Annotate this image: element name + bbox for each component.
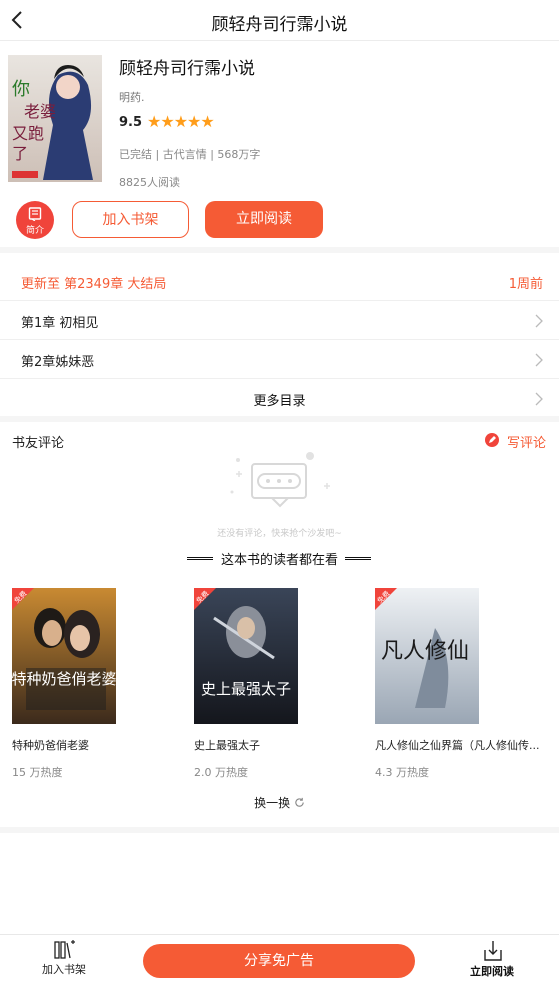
recommend-title: 这本书的读者都在看 (220, 553, 338, 568)
latest-chapter-row[interactable]: 更新至 第2349章 大结局 1周前 (0, 262, 559, 301)
chapter-row[interactable]: 第2章姊妹恶 (0, 340, 559, 379)
chevron-right-icon (535, 314, 543, 328)
divider (0, 827, 559, 833)
empty-comments-text: 还没有评论，快来抢个沙发吧~ (217, 529, 342, 539)
book-title: 顾轻舟司行霈小说 (119, 59, 255, 79)
recommend-cover[interactable]: 凡人修仙 免费 (375, 588, 479, 724)
refresh-label: 换一换 (254, 796, 291, 810)
recommend-cover-title: 史上最强太子 (201, 680, 291, 698)
latest-chapter-label: 更新至 第2349章 大结局 (21, 277, 167, 292)
download-read-icon[interactable] (482, 940, 504, 962)
recommend-cover-title: 凡人修仙 (381, 639, 469, 664)
rating-stars: ★★★★★ (147, 112, 215, 131)
edit-icon[interactable] (485, 433, 499, 447)
svg-text:又跑: 又跑 (12, 124, 44, 143)
intro-label: 简介 (25, 226, 44, 236)
svg-text:了: 了 (12, 144, 28, 163)
share-no-ads-button[interactable]: 分享免广告 (143, 944, 415, 978)
recommend-cover[interactable]: 特种奶爸俏老婆 免费 (12, 588, 116, 724)
divider (0, 416, 559, 422)
book-cover[interactable]: 你 老婆 又跑 了 (8, 55, 102, 182)
divider (0, 247, 559, 253)
write-comment-button[interactable]: 写评论 (507, 432, 546, 451)
chapter-title: 第1章 初相见 (21, 316, 99, 331)
update-time: 1周前 (508, 277, 543, 292)
svg-text:老婆: 老婆 (24, 102, 56, 121)
more-chapters-label: 更多目录 (253, 394, 306, 409)
bottom-add-shelf-label[interactable]: 加入书架 (42, 961, 86, 977)
page-title: 顾轻舟司行霈小说 (211, 15, 348, 35)
more-chapters-row[interactable]: 更多目录 (0, 379, 559, 418)
read-count: 8825人阅读 (119, 176, 180, 189)
comments-title: 书友评论 (12, 436, 65, 451)
recommend-heat: 15 万热度 (12, 766, 63, 779)
recommend-book-title[interactable]: 特种奶爸俏老婆 (12, 737, 182, 753)
recommend-heat: 2.0 万热度 (194, 766, 248, 779)
refresh-button[interactable]: 换一换 (0, 794, 559, 811)
refresh-icon (295, 797, 304, 807)
recommend-book-title[interactable]: 凡人修仙之仙界篇（凡人修仙传... (375, 737, 545, 753)
recommend-heat: 4.3 万热度 (375, 766, 429, 779)
chevron-right-icon (535, 353, 543, 367)
divider (345, 557, 371, 560)
chevron-right-icon (535, 392, 543, 406)
book-meta: 已完结 | 古代言情 | 568万字 (119, 148, 261, 161)
chapter-row[interactable]: 第1章 初相见 (0, 301, 559, 340)
book-score: 9.5 (119, 115, 143, 130)
book-intro-icon (28, 207, 42, 221)
recommend-cover-title: 特种奶爸俏老婆 (12, 670, 116, 688)
read-now-button[interactable]: 立即阅读 (205, 201, 323, 238)
empty-comments-icon (230, 452, 330, 508)
svg-text:你: 你 (12, 79, 30, 100)
bookshelf-add-icon[interactable] (54, 940, 76, 960)
recommend-cover[interactable]: 史上最强太子 免费 (194, 588, 298, 724)
chapter-title: 第2章姊妹恶 (21, 355, 95, 370)
add-to-shelf-button[interactable]: 加入书架 (72, 201, 189, 238)
recommend-book-title[interactable]: 史上最强太子 (194, 737, 364, 753)
bottom-read-now-label[interactable]: 立即阅读 (470, 963, 514, 979)
book-author[interactable]: 明药. (119, 89, 145, 105)
intro-button[interactable]: 简介 (16, 201, 54, 239)
